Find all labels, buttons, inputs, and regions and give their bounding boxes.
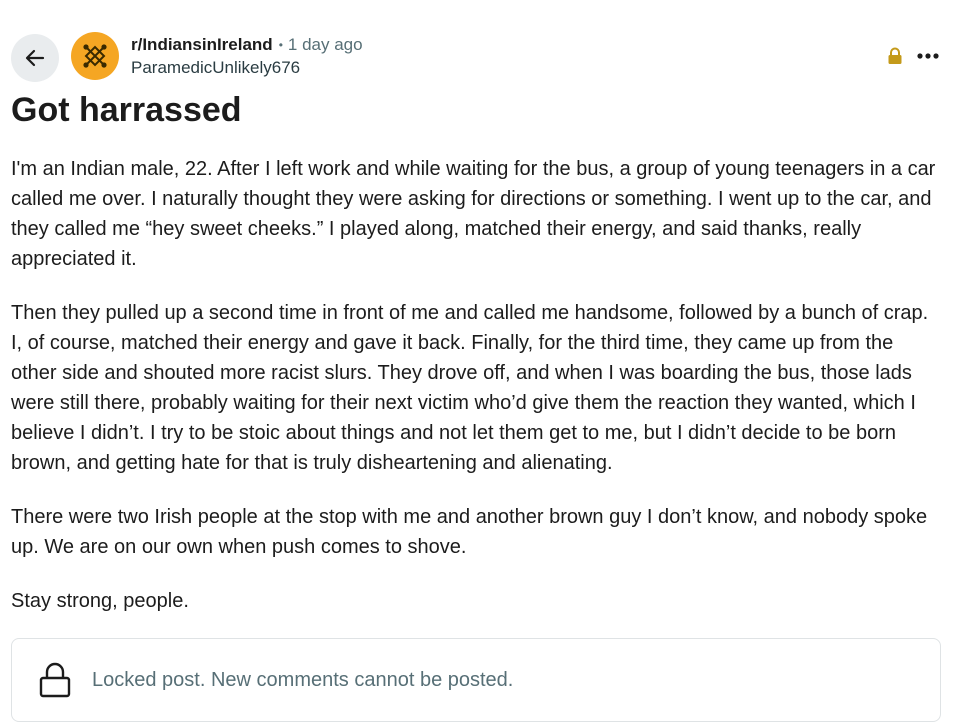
- post-time: 1 day ago: [287, 35, 363, 54]
- lock-outline-icon: [39, 662, 71, 698]
- post-paragraph: Stay strong, people.: [11, 590, 189, 612]
- post-meta: r/IndiansinIreland • 1 day ago Paramedic…: [131, 35, 363, 79]
- subreddit-link[interactable]: r/IndiansinIreland: [131, 35, 273, 55]
- arrow-left-icon: [25, 49, 45, 67]
- post-title: Got harrassed: [11, 91, 242, 129]
- locked-notice-text: Locked post. New comments cannot be post…: [92, 668, 514, 691]
- post-paragraph: I'm an Indian male, 22. After I left wor…: [11, 158, 936, 270]
- ellipsis-icon: [917, 53, 939, 59]
- back-button[interactable]: [11, 34, 59, 82]
- post-page: r/IndiansinIreland • 1 day ago Paramedic…: [0, 0, 954, 722]
- subreddit-avatar[interactable]: [71, 32, 119, 80]
- post-paragraph: There were two Irish people at the stop …: [11, 506, 928, 558]
- author-link[interactable]: ParamedicUnlikely676: [131, 57, 363, 79]
- lock-icon: [888, 47, 902, 64]
- locked-notice: Locked post. New comments cannot be post…: [11, 638, 941, 722]
- post-body: I'm an Indian male, 22. After I left wor…: [11, 154, 943, 640]
- more-options-button[interactable]: [912, 40, 944, 72]
- subreddit-avatar-icon: [83, 44, 107, 68]
- meta-separator: •: [278, 38, 283, 52]
- post-paragraph: Then they pulled up a second time in fro…: [11, 302, 929, 474]
